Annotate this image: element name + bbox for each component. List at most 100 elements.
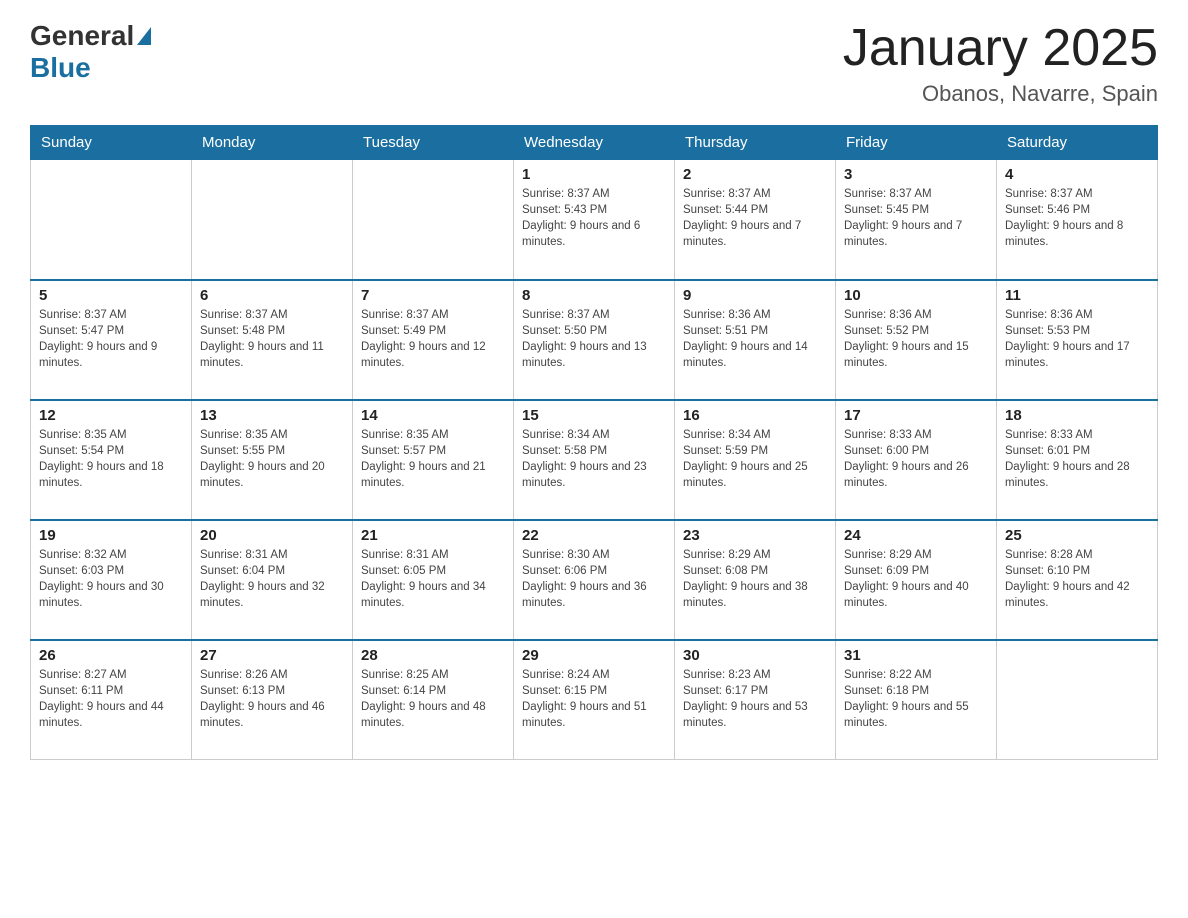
day-info: Sunrise: 8:29 AM Sunset: 6:08 PM Dayligh… <box>683 547 827 611</box>
calendar-cell: 8 Sunrise: 8:37 AM Sunset: 5:50 PM Daylig… <box>514 280 675 400</box>
logo-general-text: General <box>30 20 134 52</box>
day-number: 13 <box>200 407 344 424</box>
day-number: 7 <box>361 287 505 304</box>
title-area: January 2025 Obanos, Navarre, Spain <box>843 20 1158 107</box>
day-number: 30 <box>683 647 827 664</box>
calendar-cell: 3 Sunrise: 8:37 AM Sunset: 5:45 PM Daylig… <box>836 160 997 280</box>
calendar-cell: 18Sunrise: 8:33 AM Sunset: 6:01 PM Dayli… <box>997 400 1158 520</box>
day-info: Sunrise: 8:32 AM Sunset: 6:03 PM Dayligh… <box>39 547 183 611</box>
calendar-cell: 11 Sunrise: 8:36 AM Sunset: 5:53 PM Dayli… <box>997 280 1158 400</box>
calendar-cell: 29 Sunrise: 8:24 AM Sunset: 6:15 PM Dayli… <box>514 640 675 760</box>
calendar-body: 1 Sunrise: 8:37 AM Sunset: 5:43 PM Daylig… <box>31 160 1158 760</box>
header-cell-tuesday: Tuesday <box>353 126 514 160</box>
calendar-cell: 23 Sunrise: 8:29 AM Sunset: 6:08 PM Dayli… <box>675 520 836 640</box>
calendar-cell: 5 Sunrise: 8:37 AM Sunset: 5:47 PM Daylig… <box>31 280 192 400</box>
day-number: 22 <box>522 527 666 544</box>
day-info: Sunrise: 8:36 AM Sunset: 5:53 PM Dayligh… <box>1005 307 1149 371</box>
header: General Blue January 2025 Obanos, Navarr… <box>30 20 1158 107</box>
calendar-subtitle: Obanos, Navarre, Spain <box>843 81 1158 107</box>
week-row-5: 26 Sunrise: 8:27 AM Sunset: 6:11 PM Dayli… <box>31 640 1158 760</box>
day-info: Sunrise: 8:34 AM Sunset: 5:58 PM Dayligh… <box>522 427 666 491</box>
calendar-cell: 13Sunrise: 8:35 AM Sunset: 5:55 PM Dayli… <box>192 400 353 520</box>
day-info: Sunrise: 8:37 AM Sunset: 5:47 PM Dayligh… <box>39 307 183 371</box>
day-number: 26 <box>39 647 183 664</box>
calendar-cell <box>353 160 514 280</box>
day-number: 14 <box>361 407 505 424</box>
logo-blue-text: Blue <box>30 52 91 83</box>
calendar-cell: 16 Sunrise: 8:34 AM Sunset: 5:59 PM Dayli… <box>675 400 836 520</box>
day-info: Sunrise: 8:31 AM Sunset: 6:04 PM Dayligh… <box>200 547 344 611</box>
calendar-cell: 25 Sunrise: 8:28 AM Sunset: 6:10 PM Dayli… <box>997 520 1158 640</box>
header-cell-saturday: Saturday <box>997 126 1158 160</box>
day-info: Sunrise: 8:25 AM Sunset: 6:14 PM Dayligh… <box>361 667 505 731</box>
calendar-cell: 31Sunrise: 8:22 AM Sunset: 6:18 PM Dayli… <box>836 640 997 760</box>
calendar-cell: 14 Sunrise: 8:35 AM Sunset: 5:57 PM Dayli… <box>353 400 514 520</box>
day-info: Sunrise: 8:36 AM Sunset: 5:52 PM Dayligh… <box>844 307 988 371</box>
day-number: 20 <box>200 527 344 544</box>
day-number: 8 <box>522 287 666 304</box>
calendar-cell: 10Sunrise: 8:36 AM Sunset: 5:52 PM Dayli… <box>836 280 997 400</box>
day-info: Sunrise: 8:27 AM Sunset: 6:11 PM Dayligh… <box>39 667 183 731</box>
calendar-cell <box>192 160 353 280</box>
calendar-cell: 20 Sunrise: 8:31 AM Sunset: 6:04 PM Dayli… <box>192 520 353 640</box>
day-info: Sunrise: 8:36 AM Sunset: 5:51 PM Dayligh… <box>683 307 827 371</box>
calendar-cell: 9 Sunrise: 8:36 AM Sunset: 5:51 PM Daylig… <box>675 280 836 400</box>
calendar-cell <box>31 160 192 280</box>
calendar-cell <box>997 640 1158 760</box>
day-number: 9 <box>683 287 827 304</box>
day-info: Sunrise: 8:35 AM Sunset: 5:57 PM Dayligh… <box>361 427 505 491</box>
day-info: Sunrise: 8:35 AM Sunset: 5:54 PM Dayligh… <box>39 427 183 491</box>
calendar-header: SundayMondayTuesdayWednesdayThursdayFrid… <box>31 126 1158 160</box>
day-info: Sunrise: 8:29 AM Sunset: 6:09 PM Dayligh… <box>844 547 988 611</box>
day-info: Sunrise: 8:37 AM Sunset: 5:50 PM Dayligh… <box>522 307 666 371</box>
calendar-cell: 6 Sunrise: 8:37 AM Sunset: 5:48 PM Daylig… <box>192 280 353 400</box>
day-number: 16 <box>683 407 827 424</box>
day-info: Sunrise: 8:37 AM Sunset: 5:48 PM Dayligh… <box>200 307 344 371</box>
day-info: Sunrise: 8:24 AM Sunset: 6:15 PM Dayligh… <box>522 667 666 731</box>
calendar-cell: 28 Sunrise: 8:25 AM Sunset: 6:14 PM Dayli… <box>353 640 514 760</box>
day-info: Sunrise: 8:37 AM Sunset: 5:43 PM Dayligh… <box>522 186 666 250</box>
day-info: Sunrise: 8:22 AM Sunset: 6:18 PM Dayligh… <box>844 667 988 731</box>
day-number: 23 <box>683 527 827 544</box>
calendar-cell: 12Sunrise: 8:35 AM Sunset: 5:54 PM Dayli… <box>31 400 192 520</box>
day-number: 6 <box>200 287 344 304</box>
day-number: 2 <box>683 166 827 183</box>
header-cell-wednesday: Wednesday <box>514 126 675 160</box>
week-row-3: 12Sunrise: 8:35 AM Sunset: 5:54 PM Dayli… <box>31 400 1158 520</box>
day-info: Sunrise: 8:37 AM Sunset: 5:45 PM Dayligh… <box>844 186 988 250</box>
day-info: Sunrise: 8:31 AM Sunset: 6:05 PM Dayligh… <box>361 547 505 611</box>
day-info: Sunrise: 8:37 AM Sunset: 5:49 PM Dayligh… <box>361 307 505 371</box>
day-info: Sunrise: 8:34 AM Sunset: 5:59 PM Dayligh… <box>683 427 827 491</box>
day-number: 21 <box>361 527 505 544</box>
calendar-cell: 7 Sunrise: 8:37 AM Sunset: 5:49 PM Daylig… <box>353 280 514 400</box>
calendar-cell: 26 Sunrise: 8:27 AM Sunset: 6:11 PM Dayli… <box>31 640 192 760</box>
day-info: Sunrise: 8:26 AM Sunset: 6:13 PM Dayligh… <box>200 667 344 731</box>
day-info: Sunrise: 8:37 AM Sunset: 5:46 PM Dayligh… <box>1005 186 1149 250</box>
calendar-cell: 17 Sunrise: 8:33 AM Sunset: 6:00 PM Dayli… <box>836 400 997 520</box>
calendar-cell: 22 Sunrise: 8:30 AM Sunset: 6:06 PM Dayli… <box>514 520 675 640</box>
day-number: 3 <box>844 166 988 183</box>
day-number: 18 <box>1005 407 1149 424</box>
day-info: Sunrise: 8:33 AM Sunset: 6:00 PM Dayligh… <box>844 427 988 491</box>
calendar-cell: 1 Sunrise: 8:37 AM Sunset: 5:43 PM Daylig… <box>514 160 675 280</box>
day-info: Sunrise: 8:30 AM Sunset: 6:06 PM Dayligh… <box>522 547 666 611</box>
day-number: 19 <box>39 527 183 544</box>
calendar-cell: 24Sunrise: 8:29 AM Sunset: 6:09 PM Dayli… <box>836 520 997 640</box>
day-info: Sunrise: 8:23 AM Sunset: 6:17 PM Dayligh… <box>683 667 827 731</box>
day-number: 28 <box>361 647 505 664</box>
day-number: 11 <box>1005 287 1149 304</box>
logo: General Blue <box>30 20 153 84</box>
header-cell-friday: Friday <box>836 126 997 160</box>
day-number: 25 <box>1005 527 1149 544</box>
logo-arrow-icon <box>137 27 151 45</box>
day-info: Sunrise: 8:28 AM Sunset: 6:10 PM Dayligh… <box>1005 547 1149 611</box>
calendar-cell: 19 Sunrise: 8:32 AM Sunset: 6:03 PM Dayli… <box>31 520 192 640</box>
day-number: 1 <box>522 166 666 183</box>
day-number: 29 <box>522 647 666 664</box>
week-row-4: 19 Sunrise: 8:32 AM Sunset: 6:03 PM Dayli… <box>31 520 1158 640</box>
day-number: 17 <box>844 407 988 424</box>
calendar-cell: 4Sunrise: 8:37 AM Sunset: 5:46 PM Daylig… <box>997 160 1158 280</box>
day-number: 15 <box>522 407 666 424</box>
header-cell-sunday: Sunday <box>31 126 192 160</box>
day-number: 5 <box>39 287 183 304</box>
